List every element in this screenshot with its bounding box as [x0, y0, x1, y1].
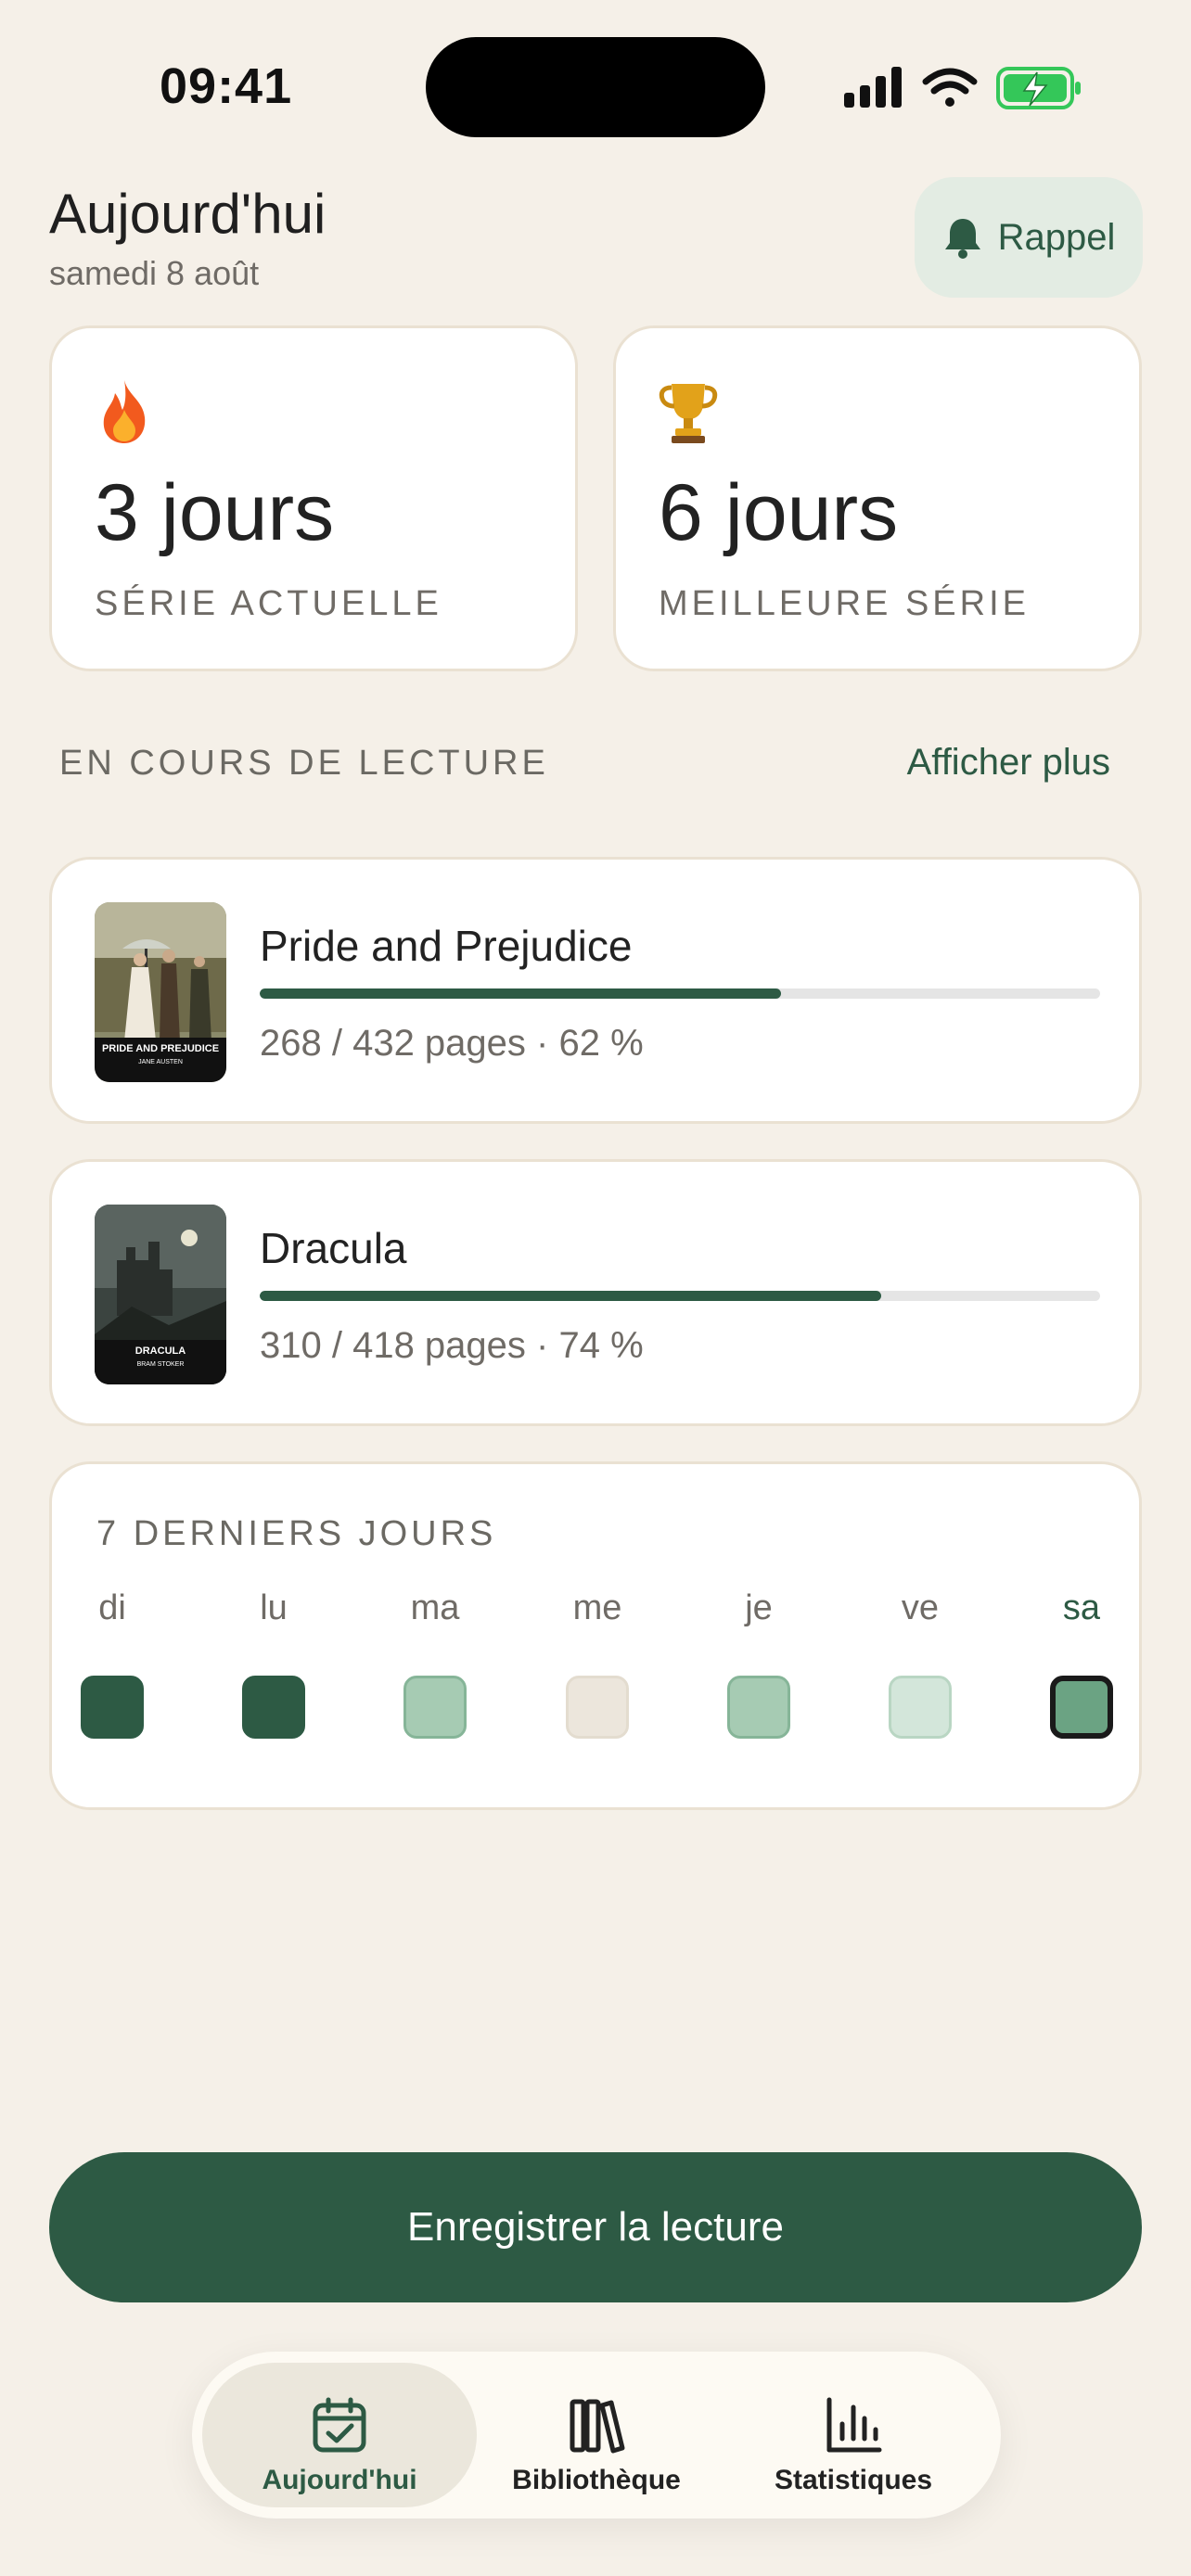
day-label: di — [98, 1588, 126, 1627]
reading-section-label: EN COURS DE LECTURE — [59, 744, 549, 783]
day-activity-box[interactable] — [403, 1676, 467, 1739]
week-activity-card: 7 DERNIERS JOURS di lu ma me je ve sa — [49, 1461, 1142, 1810]
day-activity-box[interactable] — [242, 1676, 305, 1739]
progress-fill — [260, 988, 781, 999]
status-time: 09:41 — [160, 58, 293, 114]
day-label: me — [572, 1588, 622, 1627]
cover-caption: DRACULA BRAM STOKER — [95, 1340, 226, 1384]
day-activity-box[interactable] — [889, 1676, 952, 1739]
best-streak-label: MEILLEURE SÉRIE — [659, 584, 1030, 623]
tab-statistics[interactable]: Statistiques — [716, 2363, 991, 2507]
books-icon — [570, 2399, 625, 2454]
bar-chart-icon — [826, 2397, 882, 2453]
trophy-icon — [659, 384, 718, 443]
progress-bar — [260, 988, 1100, 999]
page-date: samedi 8 août — [49, 254, 260, 292]
week-label: 7 DERNIERS JOURS — [96, 1514, 497, 1553]
book-card-pride-and-prejudice[interactable]: PRIDE AND PREJUDICE JANE AUSTEN Pride an… — [49, 857, 1142, 1124]
show-more-link[interactable]: Afficher plus — [907, 742, 1110, 784]
status-icons — [844, 67, 1081, 109]
current-streak-label: SÉRIE ACTUELLE — [95, 584, 442, 623]
page-title: Aujourd'hui — [49, 183, 327, 245]
day-activity-box[interactable] — [727, 1676, 790, 1739]
progress-bar — [260, 1291, 1100, 1301]
log-reading-label: Enregistrer la lecture — [407, 2204, 784, 2250]
signal-icon — [844, 67, 902, 108]
book-title: Dracula — [260, 1224, 407, 1272]
tab-library[interactable]: Bibliothèque — [459, 2363, 734, 2507]
book-cover: PRIDE AND PREJUDICE JANE AUSTEN — [95, 902, 226, 1082]
tab-label: Statistiques — [774, 2465, 933, 2495]
book-progress-text: 310 / 418 pages · 74 % — [260, 1325, 644, 1366]
battery-icon — [996, 67, 1081, 109]
book-cover: DRACULA BRAM STOKER — [95, 1205, 226, 1384]
day-activity-box[interactable] — [566, 1676, 629, 1739]
book-progress-text: 268 / 432 pages · 62 % — [260, 1023, 644, 1064]
day-label: ve — [901, 1588, 940, 1627]
day-label: lu — [260, 1588, 288, 1627]
tab-today[interactable]: Aujourd'hui — [202, 2363, 477, 2507]
bell-icon — [944, 219, 980, 259]
calendar-check-icon — [313, 2397, 366, 2453]
reminder-label: Rappel — [997, 216, 1116, 258]
day-label: ma — [410, 1588, 460, 1627]
tab-bar: Aujourd'hui Bibliothèque Statistiques — [192, 2352, 1001, 2519]
book-card-dracula[interactable]: DRACULA BRAM STOKER Dracula 310 / 418 pa… — [49, 1159, 1142, 1426]
dynamic-island — [426, 37, 765, 137]
log-reading-button[interactable]: Enregistrer la lecture — [49, 2152, 1142, 2302]
reminder-button[interactable]: Rappel — [915, 177, 1143, 298]
day-activity-box[interactable] — [1050, 1676, 1113, 1739]
day-label: je — [745, 1588, 773, 1627]
current-streak-card: 3 jours SÉRIE ACTUELLE — [49, 325, 578, 671]
day-label: sa — [1062, 1588, 1101, 1627]
current-streak-value: 3 jours — [95, 468, 335, 557]
day-activity-box[interactable] — [81, 1676, 144, 1739]
progress-fill — [260, 1291, 882, 1301]
best-streak-value: 6 jours — [659, 468, 899, 557]
fire-icon — [103, 380, 146, 443]
tab-label: Aujourd'hui — [262, 2465, 417, 2495]
cover-caption: PRIDE AND PREJUDICE JANE AUSTEN — [95, 1038, 226, 1082]
wifi-icon — [922, 68, 978, 107]
best-streak-card: 6 jours MEILLEURE SÉRIE — [613, 325, 1142, 671]
book-title: Pride and Prejudice — [260, 922, 633, 970]
tab-label: Bibliothèque — [512, 2465, 681, 2495]
